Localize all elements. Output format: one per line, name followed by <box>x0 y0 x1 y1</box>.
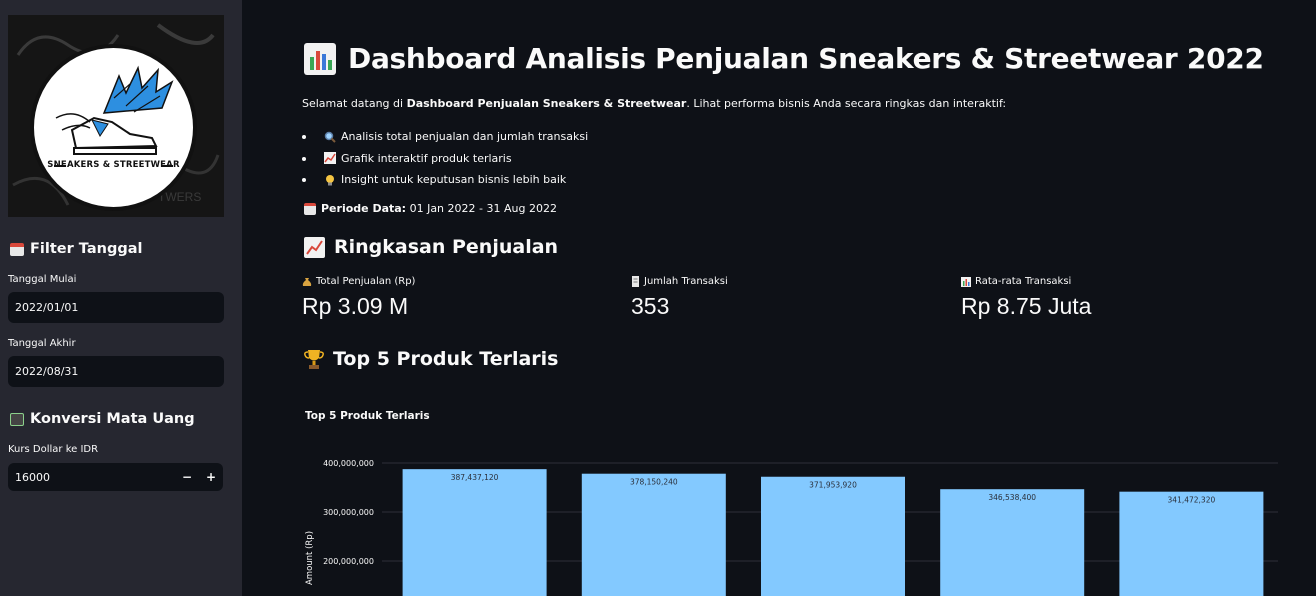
trophy-icon <box>304 349 324 369</box>
periode-label: Periode Data: <box>321 202 407 215</box>
bar-value-label: 387,437,120 <box>451 473 499 482</box>
metric-label-text: Total Penjualan (Rp) <box>316 276 416 287</box>
list-item: Analisis total penjualan dan jumlah tran… <box>302 126 588 148</box>
summary-heading-text: Ringkasan Penjualan <box>334 236 559 258</box>
bar[interactable] <box>402 469 547 596</box>
bar-value-label: 378,150,240 <box>630 478 678 487</box>
currency-heading: Konversi Mata Uang <box>10 411 195 427</box>
metric-label: Jumlah Transaksi <box>631 276 728 287</box>
calendar-icon <box>10 242 24 256</box>
top-products-chart[interactable]: Top 5 Produk Terlaris 200,000,000 300,000… <box>302 398 1302 596</box>
currency-heading-text: Konversi Mata Uang <box>30 411 195 427</box>
bar-chart-icon <box>961 276 971 287</box>
exchange-icon <box>10 412 24 426</box>
y-axis-label: Amount (Rp) <box>305 531 315 585</box>
winged-sneaker-icon <box>55 65 174 155</box>
trend-chart-icon <box>304 236 325 258</box>
y-tick-label: 300,000,000 <box>323 508 374 517</box>
periode-value: 01 Jan 2022 - 31 Aug 2022 <box>406 202 557 215</box>
summary-heading: Ringkasan Penjualan <box>304 236 558 258</box>
logo-rule-right <box>161 165 173 167</box>
start-date-input[interactable]: 2022/01/01 <box>8 292 224 323</box>
magnifier-icon <box>324 131 336 143</box>
bar[interactable] <box>940 489 1085 596</box>
metric-label: Total Penjualan (Rp) <box>302 276 415 287</box>
y-tick-label: 200,000,000 <box>323 557 374 566</box>
intro-text: Selamat datang di Dashboard Penjualan Sn… <box>302 97 1006 110</box>
metric-transactions: Jumlah Transaksi 353 <box>631 276 728 320</box>
bar[interactable] <box>581 473 726 596</box>
bar[interactable] <box>1119 491 1264 596</box>
brand-logo: TWERS SNEAKERS & STREETWEAR <box>8 15 224 217</box>
filter-heading: Filter Tanggal <box>10 241 142 257</box>
metric-value: 353 <box>631 293 670 319</box>
trend-chart-icon <box>324 152 336 165</box>
metric-label-text: Rata-rata Transaksi <box>975 276 1072 287</box>
rate-label: Kurs Dollar ke IDR <box>8 444 99 455</box>
start-date-label: Tanggal Mulai <box>8 274 77 285</box>
intro-bold: Dashboard Penjualan Sneakers & Streetwea… <box>406 97 687 110</box>
increment-button[interactable]: + <box>199 470 223 484</box>
list-item-text: Insight untuk keputusan bisnis lebih bai… <box>341 173 567 187</box>
chart-plot[interactable]: 200,000,000 300,000,000 400,000,000 Amount … <box>302 398 1302 596</box>
intro-prefix: Selamat datang di <box>302 97 407 110</box>
top-products-heading-text: Top 5 Produk Terlaris <box>333 348 559 370</box>
bar-value-label: 371,953,920 <box>809 481 857 490</box>
metric-label: Rata-rata Transaksi <box>961 276 1091 287</box>
metric-average: Rata-rata Transaksi Rp 8.75 Juta <box>961 276 1091 320</box>
intro-suffix: . Lihat performa bisnis Anda secara ring… <box>686 97 1007 110</box>
metric-value: Rp 8.75 Juta <box>961 293 1092 319</box>
logo-emblem: SNEAKERS & STREETWEAR <box>30 44 197 211</box>
list-item-text: Grafik interaktif produk terlaris <box>341 151 512 165</box>
page-title-text: Dashboard Analisis Penjualan Sneakers & … <box>348 42 1264 75</box>
main-content: Dashboard Analisis Penjualan Sneakers & … <box>242 0 1316 596</box>
list-item-text: Analisis total penjualan dan jumlah tran… <box>341 130 589 144</box>
decrement-button[interactable]: − <box>175 470 199 484</box>
start-date-value: 2022/01/01 <box>15 301 79 314</box>
money-bag-icon <box>302 278 312 286</box>
metric-total-sales: Total Penjualan (Rp) Rp 3.09 M <box>302 276 415 320</box>
calendar-icon <box>304 202 316 215</box>
rate-value[interactable]: 16000 <box>15 471 50 484</box>
y-tick-label: 400,000,000 <box>323 459 374 468</box>
receipt-icon <box>632 276 639 287</box>
filter-heading-text: Filter Tanggal <box>30 241 143 257</box>
end-date-input[interactable]: 2022/08/31 <box>8 356 224 387</box>
top-products-heading: Top 5 Produk Terlaris <box>304 348 559 370</box>
periode-info: Periode Data: 01 Jan 2022 - 31 Aug 2022 <box>304 202 557 215</box>
page-title: Dashboard Analisis Penjualan Sneakers & … <box>304 42 1264 75</box>
bar-value-label: 341,472,320 <box>1168 496 1216 505</box>
end-date-value: 2022/08/31 <box>15 365 79 378</box>
bar-chart-icon <box>304 42 336 75</box>
list-item: Insight untuk keputusan bisnis lebih bai… <box>302 169 588 191</box>
end-date-label: Tanggal Akhir <box>8 338 76 349</box>
metric-label-text: Jumlah Transaksi <box>644 276 728 287</box>
feature-list: Analisis total penjualan dan jumlah tran… <box>302 126 588 191</box>
metric-value: Rp 3.09 M <box>302 293 409 319</box>
list-item: Grafik interaktif produk terlaris <box>302 148 588 170</box>
bar[interactable] <box>761 476 905 596</box>
sidebar: TWERS SNEAKERS & STREETWEAR Filter Tangg… <box>0 0 242 596</box>
lightbulb-icon <box>326 174 334 186</box>
bar-value-label: 346,538,400 <box>988 493 1036 502</box>
rate-number-input[interactable]: 16000 − + <box>8 463 223 491</box>
